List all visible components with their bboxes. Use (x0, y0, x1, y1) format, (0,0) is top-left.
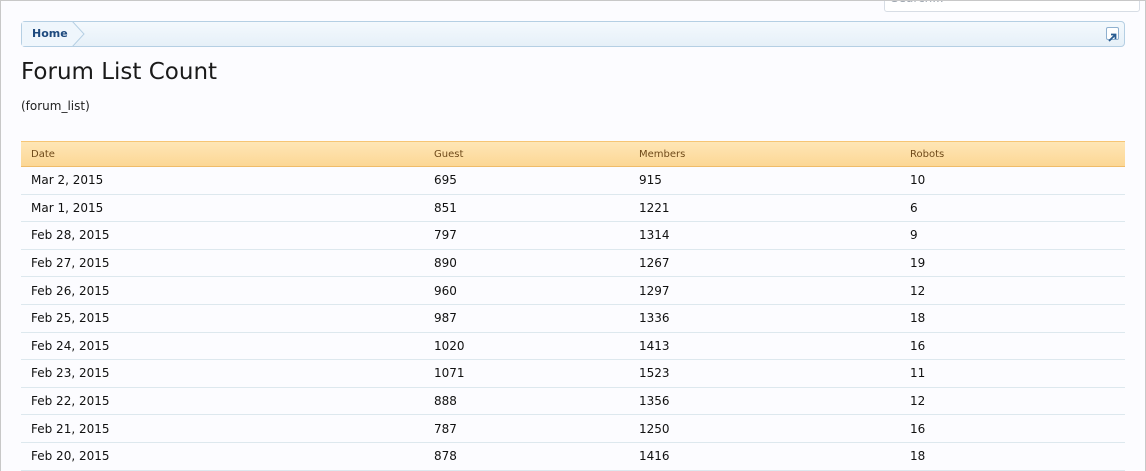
page-title: Forum List Count (21, 59, 218, 85)
table-row: Feb 27, 2015 890 1267 19 (21, 250, 1125, 278)
breadcrumb-home-link[interactable]: Home (22, 22, 72, 46)
cell-robots: 9 (910, 228, 918, 243)
cell-guest: 878 (434, 449, 457, 464)
cell-date: Feb 28, 2015 (31, 228, 110, 243)
cell-date: Feb 26, 2015 (31, 283, 110, 298)
table-body: Mar 2, 2015 695 915 10 Mar 1, 2015 851 1221 6 Fe… (21, 167, 1125, 471)
cell-guest: 1020 (434, 338, 465, 353)
cell-guest: 960 (434, 283, 457, 298)
cell-members: 1336 (639, 311, 670, 326)
cell-date: Feb 21, 2015 (31, 421, 110, 436)
cell-date: Feb 23, 2015 (31, 366, 110, 381)
cell-members: 1356 (639, 394, 670, 409)
header-guest: Guest (434, 148, 464, 160)
breadcrumb-separator-icon (72, 21, 85, 47)
cell-guest: 787 (434, 421, 457, 436)
cell-date: Feb 24, 2015 (31, 338, 110, 353)
table-row: Feb 23, 2015 1071 1523 11 (21, 360, 1125, 388)
cell-date: Feb 20, 2015 (31, 449, 110, 464)
cell-members: 915 (639, 173, 662, 188)
table-row: Feb 22, 2015 888 1356 12 (21, 388, 1125, 416)
table-row: Feb 26, 2015 960 1297 12 (21, 277, 1125, 305)
cell-members: 1413 (639, 338, 670, 353)
cell-robots: 18 (910, 311, 926, 326)
cell-robots: 12 (910, 283, 926, 298)
cell-members: 1221 (639, 200, 670, 215)
cell-members: 1267 (639, 256, 670, 271)
cell-guest: 797 (434, 228, 457, 243)
cell-robots: 12 (910, 394, 926, 409)
page-description: (forum_list) (21, 99, 90, 113)
cell-guest: 888 (434, 394, 457, 409)
search-input[interactable]: Search... (884, 1, 1140, 12)
cell-guest: 890 (434, 256, 457, 271)
header-date: Date (31, 148, 55, 160)
stats-table: Date Guest Members Robots Mar 2, 2015 695… (21, 141, 1125, 471)
header-robots: Robots (910, 148, 945, 160)
table-row: Mar 1, 2015 851 1221 6 (21, 195, 1125, 223)
cell-members: 1523 (639, 366, 670, 381)
cell-members: 1250 (639, 421, 670, 436)
cell-robots: 6 (910, 200, 918, 215)
cell-members: 1416 (639, 449, 670, 464)
table-header: Date Guest Members Robots (21, 141, 1125, 167)
jump-to-icon[interactable] (1106, 27, 1119, 42)
table-row: Feb 20, 2015 878 1416 18 (21, 443, 1125, 471)
page-frame: Search... Home Forum List Count (forum_l… (0, 0, 1146, 471)
table-row: Feb 21, 2015 787 1250 16 (21, 415, 1125, 443)
cell-members: 1297 (639, 283, 670, 298)
cell-guest: 695 (434, 173, 457, 188)
table-row: Feb 25, 2015 987 1336 18 (21, 305, 1125, 333)
table-row: Feb 28, 2015 797 1314 9 (21, 222, 1125, 250)
cell-date: Mar 1, 2015 (31, 200, 104, 215)
cell-robots: 18 (910, 449, 926, 464)
cell-robots: 16 (910, 338, 926, 353)
cell-robots: 10 (910, 173, 926, 188)
table-row: Mar 2, 2015 695 915 10 (21, 167, 1125, 195)
header-members: Members (639, 148, 686, 160)
cell-date: Feb 25, 2015 (31, 311, 110, 326)
cell-guest: 987 (434, 311, 457, 326)
cell-robots: 16 (910, 421, 926, 436)
cell-date: Feb 22, 2015 (31, 394, 110, 409)
cell-guest: 1071 (434, 366, 465, 381)
cell-robots: 11 (910, 366, 926, 381)
cell-guest: 851 (434, 200, 457, 215)
cell-members: 1314 (639, 228, 670, 243)
cell-date: Mar 2, 2015 (31, 173, 104, 188)
breadcrumb: Home (21, 21, 1125, 47)
table-row: Feb 24, 2015 1020 1413 16 (21, 333, 1125, 361)
cell-robots: 19 (910, 256, 926, 271)
cell-date: Feb 27, 2015 (31, 256, 110, 271)
